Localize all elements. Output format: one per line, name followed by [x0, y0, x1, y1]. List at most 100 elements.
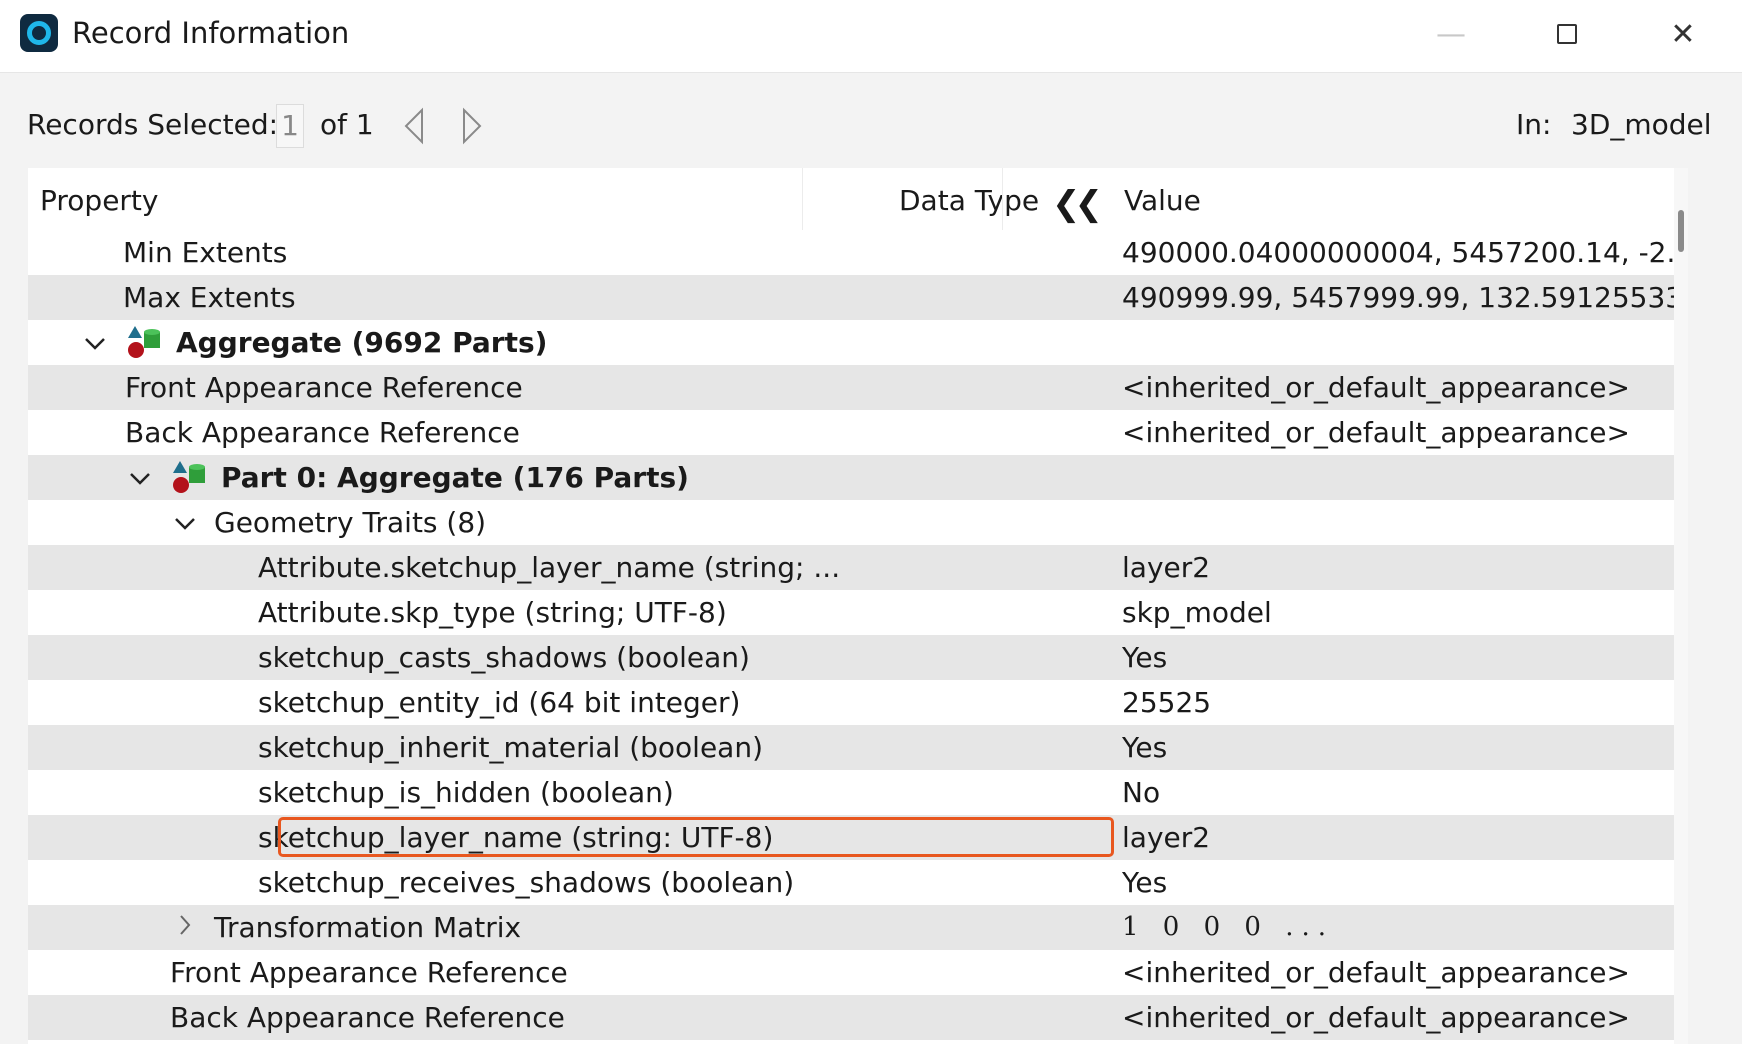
- property-cell: Front Appearance Reference: [125, 365, 523, 410]
- value-cell: Yes: [1122, 731, 1168, 764]
- source-label: In:: [1516, 108, 1552, 141]
- property-cell: Transformation Matrix: [170, 905, 521, 950]
- table-row[interactable]: Part 0: Aggregate (176 Parts): [28, 455, 1674, 500]
- table-row[interactable]: Min Extents 490000.04000000004, 5457200.1…: [28, 230, 1688, 275]
- value-cell: <inherited_or_default_appearance>: [1122, 371, 1630, 404]
- value-cell: skp_model: [1122, 596, 1272, 629]
- value-cell: <inherited_or_default_appearance>: [1122, 416, 1630, 449]
- chevron-right-icon[interactable]: [170, 905, 200, 950]
- table-row[interactable]: sketchup_receives_shadows (boolean) Yes: [28, 860, 1674, 905]
- property-label: Min Extents: [123, 236, 288, 269]
- previous-record-button[interactable]: [400, 106, 430, 153]
- chevron-down-icon[interactable]: [125, 455, 155, 500]
- close-button[interactable]: ✕: [1648, 8, 1718, 60]
- table-row[interactable]: Back Appearance Reference <inherited_or_d…: [28, 410, 1674, 455]
- property-label: Attribute.skp_type (string; UTF-8): [258, 596, 727, 629]
- table-row[interactable]: Attribute.skp_type (string; UTF-8) skp_mo…: [28, 590, 1674, 635]
- table-row[interactable]: Aggregate (9692 Parts): [28, 320, 1674, 365]
- property-cell: sketchup_layer_name (string: UTF-8): [258, 815, 773, 860]
- property-label: Front Appearance Reference: [125, 371, 523, 404]
- value-cell: No: [1122, 776, 1161, 809]
- records-total: of 1: [320, 108, 374, 141]
- value-cell: 490000.04000000004, 5457200.14, -2.14: [1122, 236, 1688, 269]
- property-cell: Part 0: Aggregate (176 Parts): [125, 455, 689, 500]
- property-label: sketchup_is_hidden (boolean): [258, 776, 674, 809]
- table-row[interactable]: Back Appearance Reference <inherited_or_d…: [28, 995, 1674, 1040]
- property-label: Front Appearance Reference: [170, 956, 568, 989]
- property-cell: sketchup_receives_shadows (boolean): [258, 860, 794, 905]
- table-row[interactable]: sketchup_is_hidden (boolean) No: [28, 770, 1674, 815]
- table-row[interactable]: sketchup_casts_shadows (boolean) Yes: [28, 635, 1674, 680]
- maximize-icon: [1557, 24, 1577, 44]
- grid-rows: Min Extents 490000.04000000004, 5457200.1…: [28, 230, 1688, 1040]
- window-title: Record Information: [72, 16, 350, 50]
- property-cell: sketchup_entity_id (64 bit integer): [258, 680, 740, 725]
- minimize-button[interactable]: —: [1416, 8, 1486, 60]
- aggregate-icon: [173, 460, 205, 493]
- property-label: sketchup_entity_id (64 bit integer): [258, 686, 741, 719]
- property-label: Geometry Traits (8): [214, 506, 487, 539]
- source-value: 3D_model: [1571, 108, 1712, 141]
- grid-header: Property Data Type ❮❮ Value: [28, 168, 1674, 230]
- table-row[interactable]: Geometry Traits (8): [28, 500, 1674, 545]
- property-column-header[interactable]: Property: [40, 184, 158, 217]
- vertical-scrollbar[interactable]: [1674, 168, 1688, 1044]
- table-row[interactable]: Front Appearance Reference <inherited_or_…: [28, 365, 1674, 410]
- aggregate-icon: [128, 325, 160, 358]
- table-row[interactable]: Max Extents 490999.99, 5457999.99, 132.59…: [28, 275, 1688, 320]
- value-cell: <inherited_or_default_appearance>: [1122, 956, 1630, 989]
- close-icon: ✕: [1670, 16, 1696, 52]
- value-cell: layer2: [1122, 551, 1211, 584]
- table-row[interactable]: Front Appearance Reference <inherited_or_…: [28, 950, 1674, 995]
- record-index-input[interactable]: 1: [276, 104, 304, 148]
- property-label: Part 0: Aggregate (176 Parts): [221, 461, 689, 494]
- property-cell: Aggregate (9692 Parts): [80, 320, 547, 365]
- value-cell: 25525: [1122, 686, 1212, 719]
- property-cell: Back Appearance Reference: [125, 410, 520, 455]
- property-label: sketchup_casts_shadows (boolean): [258, 641, 750, 674]
- property-cell: Attribute.skp_type (string; UTF-8): [258, 590, 727, 635]
- app-icon: [20, 14, 58, 52]
- property-label: sketchup_layer_name (string: UTF-8): [258, 821, 774, 854]
- records-selected-label: Records Selected:: [27, 108, 279, 141]
- property-cell: Front Appearance Reference: [170, 950, 568, 995]
- minimize-icon: —: [1436, 16, 1466, 52]
- property-cell: Min Extents: [123, 230, 287, 275]
- table-row[interactable]: sketchup_layer_name (string: UTF-8) layer…: [28, 815, 1674, 860]
- value-cell: Yes: [1122, 641, 1168, 674]
- property-cell: sketchup_casts_shadows (boolean): [258, 635, 750, 680]
- property-cell: sketchup_is_hidden (boolean): [258, 770, 674, 815]
- property-label: Transformation Matrix: [214, 911, 522, 944]
- title-bar: Record Information — ✕: [0, 0, 1742, 73]
- property-label: Max Extents: [123, 281, 296, 314]
- next-record-button[interactable]: [456, 106, 486, 153]
- property-label: sketchup_inherit_material (boolean): [258, 731, 763, 764]
- property-label: Attribute.sketchup_layer_name (string; .…: [258, 551, 841, 584]
- collapse-columns-button[interactable]: ❮❮: [1052, 184, 1103, 224]
- table-row[interactable]: Attribute.sketchup_layer_name (string; .…: [28, 545, 1674, 590]
- value-cell: 490999.99, 5457999.99, 132.59125533211: [1122, 281, 1688, 314]
- property-label: Aggregate (9692 Parts): [176, 326, 548, 359]
- value-cell: 1 0 0 0 ...: [1122, 912, 1335, 942]
- scrollbar-thumb[interactable]: [1678, 210, 1684, 252]
- property-label: sketchup_receives_shadows (boolean): [258, 866, 795, 899]
- chevron-down-icon[interactable]: [170, 500, 200, 545]
- property-cell: sketchup_inherit_material (boolean): [258, 725, 763, 770]
- table-row[interactable]: sketchup_inherit_material (boolean) Yes: [28, 725, 1674, 770]
- maximize-button[interactable]: [1532, 8, 1602, 60]
- table-row[interactable]: sketchup_entity_id (64 bit integer) 25525: [28, 680, 1674, 725]
- property-cell: Max Extents: [123, 275, 296, 320]
- chevron-down-icon[interactable]: [80, 320, 110, 365]
- records-toolbar: Records Selected: 1 of 1 In: 3D_model: [0, 100, 1742, 152]
- property-label: Back Appearance Reference: [170, 1001, 565, 1034]
- property-cell: Back Appearance Reference: [170, 995, 565, 1040]
- table-row[interactable]: Transformation Matrix 1 0 0 0 ...: [28, 905, 1674, 950]
- value-cell: Yes: [1122, 866, 1168, 899]
- data-type-column-header[interactable]: Data Type: [899, 184, 1039, 217]
- property-label: Back Appearance Reference: [125, 416, 520, 449]
- property-cell: Geometry Traits (8): [170, 500, 486, 545]
- chevron-right-icon: [463, 107, 482, 145]
- chevron-left-icon: [404, 107, 423, 145]
- value-column-header[interactable]: Value: [1124, 184, 1201, 217]
- property-grid: Property Data Type ❮❮ Value Min Extents 4…: [28, 168, 1688, 1044]
